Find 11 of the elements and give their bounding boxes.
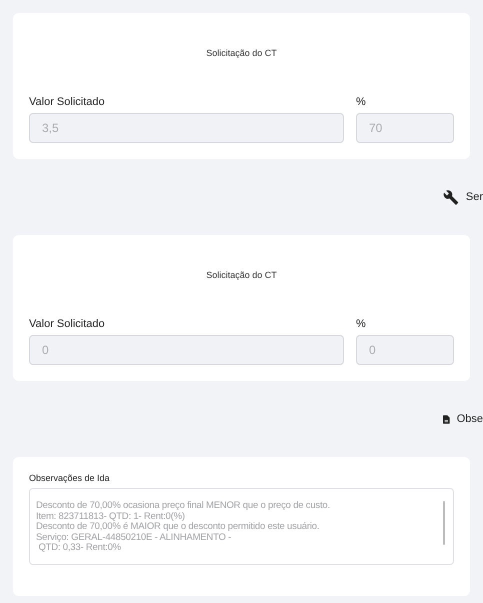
card-title: Solicitação do CT: [206, 270, 277, 280]
section-heading: Obse: [456, 412, 483, 427]
section-heading: Ser: [466, 190, 483, 205]
field-label: %: [356, 318, 367, 330]
notes-text: Desconto de 70,00% ocasiona preço final MENOR que o preço de custo. Item: 823711813- QTD: 1- Rent:0(%) Desconto de 70,00% é MAIOR que o desconto permitido este usuário. Serviço: GERAL-44850210E - ALINHAMENTO - QTD: 0,33- Rent:0%: [36, 501, 330, 554]
wrench-icon: [443, 188, 459, 206]
card-title: Solicitação do CT: [206, 48, 277, 58]
field-label: %: [356, 96, 367, 108]
field-label: Observações de Ida: [29, 473, 111, 483]
field-label: Valor Solicitado: [29, 96, 106, 108]
field-label: Valor Solicitado: [29, 318, 106, 330]
